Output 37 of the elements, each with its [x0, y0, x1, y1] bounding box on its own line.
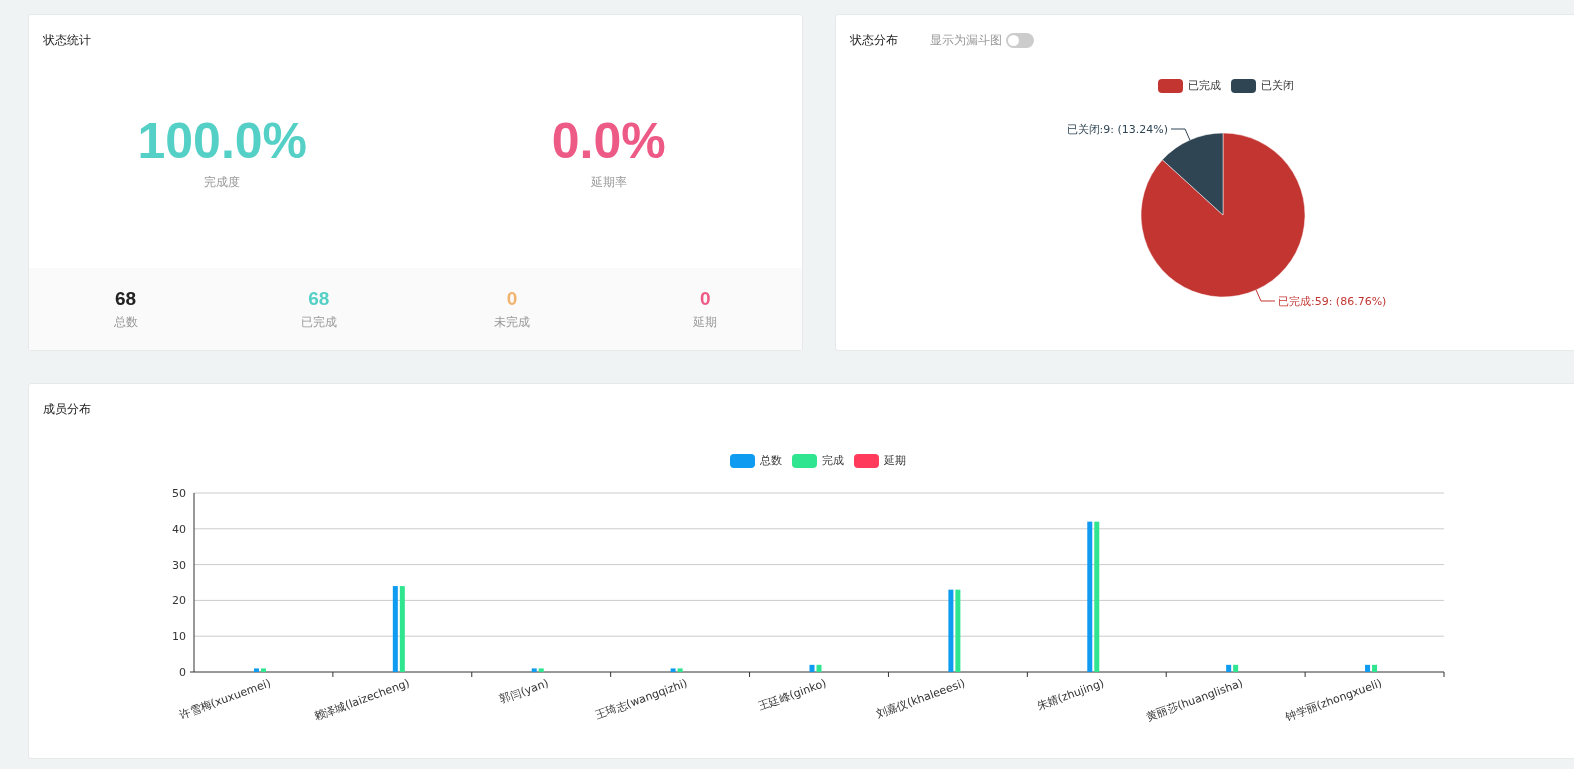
count-label: 已完成 [300, 313, 337, 331]
legend-label: 完成 [822, 453, 844, 468]
axis-tick-label: 0 [179, 666, 186, 679]
count-value: 0 [506, 287, 518, 310]
metric-label: 延期率 [590, 173, 627, 191]
card-title: 状态分布 [850, 31, 898, 49]
metric-label: 完成度 [204, 173, 241, 191]
leader-line [1170, 128, 1191, 141]
legend-label: 延期 [884, 453, 906, 468]
card-title: 成员分布 [43, 400, 91, 418]
count-value: 68 [115, 287, 137, 310]
leader-line [1255, 289, 1276, 302]
funnel-toggle[interactable] [1006, 32, 1034, 48]
legend-swatch [1158, 78, 1183, 93]
count-label: 总数 [113, 313, 138, 331]
percentage-value: 100.0% [137, 111, 308, 170]
card-title: 状态统计 [43, 31, 91, 49]
axis-tick-label: 30 [172, 558, 186, 572]
legend-label: 已完成 [1188, 78, 1221, 93]
percentage-value: 0.0% [551, 111, 666, 170]
legend-label: 总数 [760, 453, 782, 468]
axis-tick-label: 40 [172, 522, 186, 536]
toggle-label: 显示为漏斗图 [930, 31, 1002, 49]
legend-swatch [730, 453, 755, 468]
pie-label: 已关闭:9: (13.24%) [1066, 123, 1169, 136]
legend-swatch [1231, 78, 1256, 93]
pie-label: 已完成:59: (86.76%) [1277, 295, 1387, 308]
count-label: 未完成 [494, 313, 531, 331]
count-label: 延期 [693, 313, 718, 331]
legend-swatch [792, 453, 817, 468]
axis-tick-label: 20 [172, 594, 186, 608]
axis-tick-label: 50 [172, 487, 186, 500]
axis-tick-label: 10 [172, 630, 186, 644]
count-value: 0 [700, 287, 711, 310]
count-value: 68 [308, 287, 330, 310]
legend-label: 已关闭 [1261, 78, 1294, 93]
legend-swatch [854, 453, 879, 468]
